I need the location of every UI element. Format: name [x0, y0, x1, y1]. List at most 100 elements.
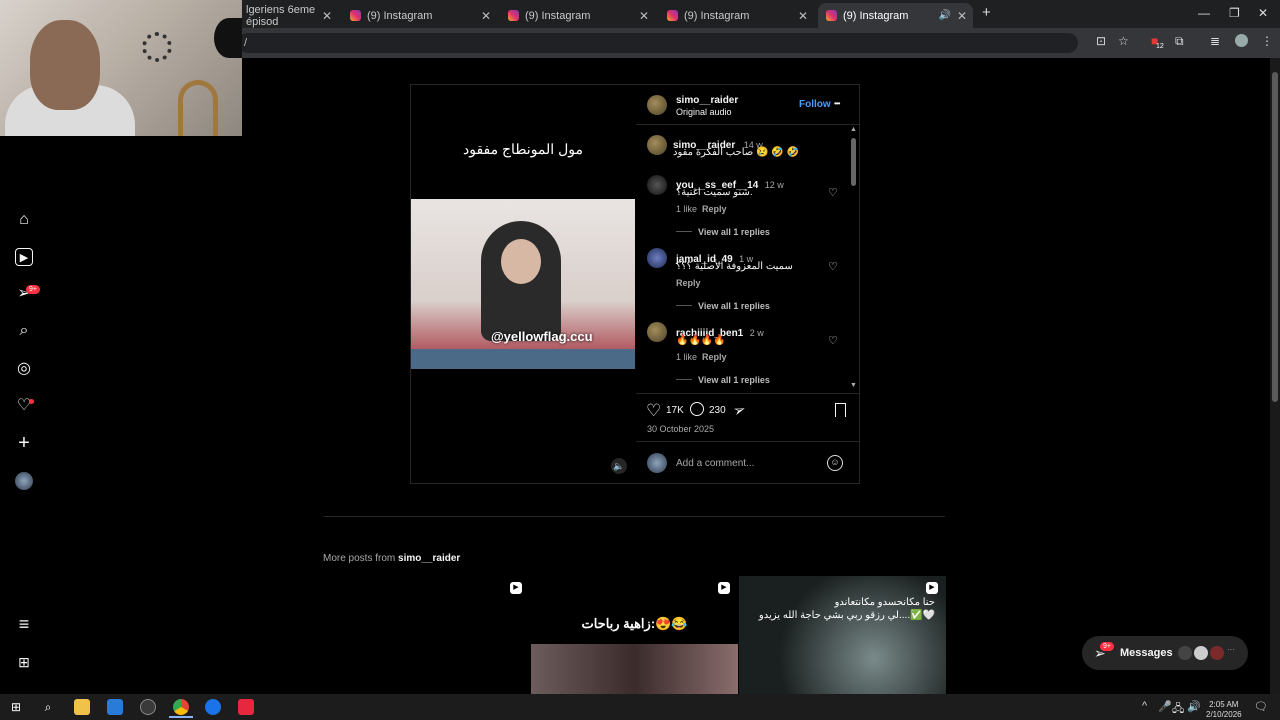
more-menu-icon[interactable]: ≡ [15, 615, 33, 633]
notification-center-icon[interactable]: 🗨 [1254, 700, 1268, 713]
browser-tab-3[interactable]: (9) Instagram ✕ [500, 3, 655, 28]
tray-chevron-icon[interactable]: ^ [1142, 700, 1147, 712]
comment-input-divider [636, 441, 859, 442]
video-frame: @yellowflag.ccu [411, 199, 635, 369]
video-watermark: @yellowflag.ccu [491, 329, 593, 344]
comment-text: 🔥🔥🔥🔥 [676, 335, 726, 346]
scroll-up-icon[interactable]: ▲ [850, 126, 857, 133]
windows-start-icon[interactable]: ⊞ [8, 699, 24, 715]
more-post-thumb[interactable]: ▶ [323, 576, 530, 694]
volume-icon[interactable]: 🔊 [1187, 700, 1201, 713]
store-icon[interactable] [107, 699, 123, 715]
post-options-icon[interactable]: ••• [834, 99, 840, 108]
author-avatar[interactable] [647, 95, 667, 115]
chrome-profile-icon[interactable] [205, 699, 221, 715]
page-scrollbar[interactable] [1270, 58, 1280, 694]
browser-tab-4[interactable]: (9) Instagram ✕ [659, 3, 814, 28]
instagram-favicon-icon [508, 10, 519, 21]
microphone-icon[interactable]: 🎤 [1158, 700, 1172, 713]
my-avatar [647, 453, 667, 473]
like-heart-icon[interactable]: ♡ [646, 401, 661, 421]
close-tab-icon[interactable]: ✕ [481, 9, 491, 23]
comment-reply-button[interactable]: Reply [702, 204, 727, 214]
view-replies-button[interactable]: View all 1 replies [698, 227, 770, 237]
comment-likes[interactable]: 1 like [676, 352, 697, 362]
comment-time[interactable]: 2 w [750, 328, 764, 338]
extensions-puzzle-icon[interactable]: ⧉ [1175, 34, 1184, 49]
app-icon[interactable] [140, 699, 156, 715]
add-comment-input[interactable]: Add a comment... [676, 458, 754, 469]
network-icon[interactable]: 🖧 [1172, 700, 1184, 719]
chrome-taskbar-icon[interactable] [173, 699, 189, 715]
search-icon[interactable]: ⌕ [15, 322, 33, 340]
also-from-meta-icon[interactable]: ⊞ [15, 653, 33, 671]
new-tab-button[interactable]: + [982, 4, 991, 21]
profile-avatar-icon[interactable] [15, 472, 33, 490]
profile-avatar-icon[interactable] [1235, 34, 1248, 47]
reels-icon[interactable]: ▶ [15, 248, 33, 266]
chrome-menu-icon[interactable]: ⋮ [1261, 34, 1273, 48]
emoji-icon[interactable]: ☺ [827, 455, 843, 471]
comment-avatar[interactable] [647, 175, 667, 195]
comment-likes[interactable]: 1 like [676, 204, 697, 214]
address-bar[interactable]: / [238, 33, 1078, 53]
comment-count[interactable]: 230 [709, 405, 726, 416]
taskbar-search-icon[interactable]: ⌕ [40, 699, 56, 715]
close-tab-icon[interactable]: ✕ [798, 9, 808, 23]
more-post-thumb[interactable]: ▶ زاهية رباحات:😍😂 [531, 576, 738, 694]
media-control-icon[interactable]: ≣ [1210, 34, 1220, 48]
post-date[interactable]: 30 October 2025 [647, 424, 714, 434]
capture-app-icon[interactable] [238, 699, 254, 715]
comment-bubble-icon[interactable] [690, 402, 704, 416]
scrollbar-thumb[interactable] [1272, 72, 1278, 402]
restore-button[interactable]: ❐ [1229, 6, 1240, 20]
reel-video[interactable]: مول المونطاج مفقود @yellowflag.ccu 🔈 [411, 85, 635, 483]
comment-like-icon[interactable]: ♡ [828, 334, 838, 347]
home-icon[interactable]: ⌂ [15, 211, 33, 229]
more-posts-label: More posts from [323, 553, 396, 564]
close-tab-icon[interactable]: ✕ [957, 9, 967, 23]
comment-like-icon[interactable]: ♡ [828, 260, 838, 273]
video-face [501, 239, 541, 284]
author-username[interactable]: simo__raider [676, 95, 738, 106]
follow-button[interactable]: Follow [799, 99, 831, 110]
close-tab-icon[interactable]: ✕ [322, 9, 332, 23]
comment-avatar[interactable] [647, 248, 667, 268]
browser-tab-2[interactable]: (9) Instagram ✕ [342, 3, 497, 28]
view-replies-button[interactable]: View all 1 replies [698, 375, 770, 385]
like-count[interactable]: 17K [666, 405, 684, 416]
view-replies-button[interactable]: View all 1 replies [698, 301, 770, 311]
minimize-button[interactable]: — [1198, 6, 1210, 20]
mute-toggle-icon[interactable]: 🔈 [611, 458, 627, 474]
messages-pill[interactable]: ➢ 9+ Messages ··· [1082, 636, 1248, 670]
comment-reply-button[interactable]: Reply [676, 278, 701, 288]
create-icon[interactable]: + [15, 433, 33, 453]
clock[interactable]: 2:05 AM 2/10/2026 [1206, 700, 1242, 720]
speaker-icon[interactable]: 🔊 [939, 10, 951, 21]
video-keyboard [411, 349, 635, 369]
close-tab-icon[interactable]: ✕ [639, 9, 649, 23]
save-bookmark-icon[interactable] [835, 403, 846, 417]
audio-label[interactable]: Original audio [676, 107, 732, 117]
scroll-down-icon[interactable]: ▼ [850, 382, 857, 389]
thumb-caption: حنا مكانحسدو مكانتعاندو لي رزقو ربي بشي … [758, 597, 935, 621]
comment-text: سميت المعزوفة الأصلية ؟؟؟ [676, 261, 793, 272]
bookmark-star-icon[interactable]: ☆ [1118, 34, 1129, 48]
browser-tab-5-active[interactable]: (9) Instagram 🔊 ✕ [818, 3, 973, 28]
explore-icon[interactable]: ◎ [15, 360, 33, 378]
caption-avatar[interactable] [647, 135, 667, 155]
more-posts-user[interactable]: simo__raider [398, 553, 460, 564]
more-post-thumb[interactable]: ▶ حنا مكانحسدو مكانتعاندو لي رزقو ربي بش… [739, 576, 946, 694]
scrollbar-thumb[interactable] [851, 138, 856, 186]
comment-reply-button[interactable]: Reply [702, 352, 727, 362]
comment-avatar[interactable] [647, 322, 667, 342]
comment-time[interactable]: 12 w [765, 180, 784, 190]
browser-tab-1[interactable]: lgeriens 6eme épisod ✕ [238, 3, 338, 28]
actions-divider [636, 393, 859, 394]
contact-avatar [1178, 646, 1192, 660]
comment-like-icon[interactable]: ♡ [828, 186, 838, 199]
close-window-button[interactable]: ✕ [1258, 6, 1268, 20]
install-app-icon[interactable]: ⊡ [1096, 34, 1106, 48]
comments-scrollbar[interactable]: ▲ ▼ [849, 126, 858, 392]
file-explorer-icon[interactable] [74, 699, 90, 715]
